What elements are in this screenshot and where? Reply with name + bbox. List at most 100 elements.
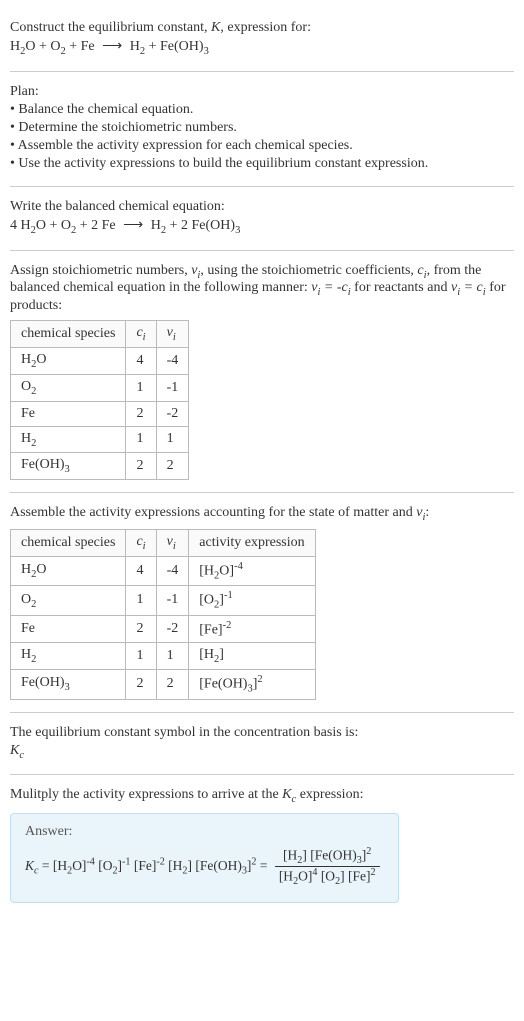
answer-label: Answer: xyxy=(25,824,384,840)
table-row: Fe2-2[Fe]-2 xyxy=(11,615,316,643)
cell-species: H2O xyxy=(11,347,126,374)
text: Mulitply the activity expressions to arr… xyxy=(10,787,282,802)
cell-ci: 2 xyxy=(126,670,156,699)
fraction-numerator: [H2] [Fe(OH)3]2 xyxy=(275,846,380,867)
table-row: H211[H2] xyxy=(11,643,316,670)
multiply-intro: Mulitply the activity expressions to arr… xyxy=(10,787,514,805)
table-row: H2O4-4 xyxy=(11,347,189,374)
cell-vi: -4 xyxy=(156,347,189,374)
cell-activity: [O2]-1 xyxy=(189,586,315,615)
multiply-section: Mulitply the activity expressions to arr… xyxy=(10,775,514,914)
c-symbol: ci xyxy=(417,263,426,278)
table-row: Fe(OH)322 xyxy=(11,453,189,480)
plan-item-text: Determine the stoichiometric numbers. xyxy=(18,120,237,135)
assemble-intro: Assemble the activity expressions accoun… xyxy=(10,505,514,523)
table-row: H2O4-4[H2O]-4 xyxy=(11,556,316,585)
cell-ci: 1 xyxy=(126,643,156,670)
text: Assign stoichiometric numbers, xyxy=(10,263,191,278)
text: Assemble the activity expressions accoun… xyxy=(10,505,416,520)
construct-line: Construct the equilibrium constant, K, e… xyxy=(10,20,514,36)
plan-item: • Determine the stoichiometric numbers. xyxy=(10,120,514,136)
kc-symbol-section: The equilibrium constant symbol in the c… xyxy=(10,713,514,776)
col-ci: ci xyxy=(126,529,156,556)
assign-intro: Assign stoichiometric numbers, νi, using… xyxy=(10,263,514,315)
cell-activity: [H2] xyxy=(189,643,315,670)
cell-vi: -1 xyxy=(156,586,189,615)
K-symbol: K xyxy=(211,20,220,35)
table-header-row: chemical species ci νi xyxy=(11,321,189,348)
cell-species: H2 xyxy=(11,426,126,453)
balanced-title: Write the balanced chemical equation: xyxy=(10,199,514,215)
unbalanced-equation: H2O + O2 + Fe ⟶ H2 + Fe(OH)3 xyxy=(10,38,514,57)
reaction-arrow-icon: ⟶ xyxy=(102,38,122,55)
table-row: O21-1[O2]-1 xyxy=(11,586,316,615)
table-row: O21-1 xyxy=(11,374,189,401)
plan-item: • Assemble the activity expression for e… xyxy=(10,138,514,154)
cell-vi: 1 xyxy=(156,643,189,670)
stoich-table: chemical species ci νi H2O4-4O21-1Fe2-2H… xyxy=(10,320,189,480)
cell-vi: 1 xyxy=(156,426,189,453)
balanced-section: Write the balanced chemical equation: 4 … xyxy=(10,187,514,251)
cell-ci: 4 xyxy=(126,556,156,585)
plan-item-text: Assemble the activity expression for eac… xyxy=(18,138,353,153)
text: for reactants and xyxy=(351,280,451,295)
cell-species: Fe(OH)3 xyxy=(11,670,126,699)
relation-reactants: νi = -ci xyxy=(311,280,350,295)
kc-symbol: Kc xyxy=(10,743,514,761)
plan-section: Plan: • Balance the chemical equation. •… xyxy=(10,72,514,187)
cell-vi: -2 xyxy=(156,615,189,643)
table-row: H211 xyxy=(11,426,189,453)
answer-box: Answer: Kc = [H2O]-4 [O2]-1 [Fe]-2 [H2] … xyxy=(10,813,399,902)
construct-text-a: Construct the equilibrium constant, xyxy=(10,20,211,35)
col-species: chemical species xyxy=(11,529,126,556)
cell-ci: 1 xyxy=(126,586,156,615)
nu-symbol: νi xyxy=(191,263,200,278)
balanced-equation: 4 H2O + O2 + 2 Fe ⟶ H2 + 2 Fe(OH)3 xyxy=(10,217,514,236)
activity-table: chemical species ci νi activity expressi… xyxy=(10,529,316,700)
problem-header: Construct the equilibrium constant, K, e… xyxy=(10,8,514,72)
cell-species: O2 xyxy=(11,586,126,615)
kc-symbol-line: The equilibrium constant symbol in the c… xyxy=(10,725,514,741)
text: : xyxy=(425,505,429,520)
cell-activity: [Fe(OH)3]2 xyxy=(189,670,315,699)
cell-species: Fe(OH)3 xyxy=(11,453,126,480)
table-header-row: chemical species ci νi activity expressi… xyxy=(11,529,316,556)
col-ci: ci xyxy=(126,321,156,348)
col-vi: νi xyxy=(156,529,189,556)
cell-species: O2 xyxy=(11,374,126,401)
assemble-section: Assemble the activity expressions accoun… xyxy=(10,493,514,712)
plan-item: • Use the activity expressions to build … xyxy=(10,156,514,172)
plan-item-text: Balance the chemical equation. xyxy=(18,102,193,117)
table-row: Fe2-2 xyxy=(11,401,189,426)
plan-title: Plan: xyxy=(10,84,514,100)
cell-species: H2 xyxy=(11,643,126,670)
text: , using the stoichiometric coefficients, xyxy=(200,263,417,278)
fraction: [H2] [Fe(OH)3]2 [H2O]4 [O2] [Fe]2 xyxy=(275,846,380,887)
relation-products: νi = ci xyxy=(451,280,486,295)
kc-symbol-inline: Kc xyxy=(282,787,296,802)
cell-activity: [Fe]-2 xyxy=(189,615,315,643)
cell-species: Fe xyxy=(11,615,126,643)
construct-text-b: , expression for: xyxy=(220,20,311,35)
col-activity: activity expression xyxy=(189,529,315,556)
cell-species: Fe xyxy=(11,401,126,426)
plan-item-text: Use the activity expressions to build th… xyxy=(18,156,428,171)
cell-vi: -2 xyxy=(156,401,189,426)
table-row: Fe(OH)322[Fe(OH)3]2 xyxy=(11,670,316,699)
col-species: chemical species xyxy=(11,321,126,348)
cell-ci: 2 xyxy=(126,401,156,426)
reaction-arrow-icon: ⟶ xyxy=(123,217,143,234)
cell-vi: 2 xyxy=(156,453,189,480)
cell-vi: -4 xyxy=(156,556,189,585)
kc-expression: Kc = [H2O]-4 [O2]-1 [Fe]-2 [H2] [Fe(OH)3… xyxy=(25,846,384,887)
plan-item: • Balance the chemical equation. xyxy=(10,102,514,118)
text: expression: xyxy=(296,787,363,802)
cell-activity: [H2O]-4 xyxy=(189,556,315,585)
fraction-denominator: [H2O]4 [O2] [Fe]2 xyxy=(275,867,380,887)
cell-vi: 2 xyxy=(156,670,189,699)
cell-ci: 1 xyxy=(126,374,156,401)
cell-ci: 4 xyxy=(126,347,156,374)
cell-ci: 2 xyxy=(126,615,156,643)
col-vi: νi xyxy=(156,321,189,348)
cell-vi: -1 xyxy=(156,374,189,401)
